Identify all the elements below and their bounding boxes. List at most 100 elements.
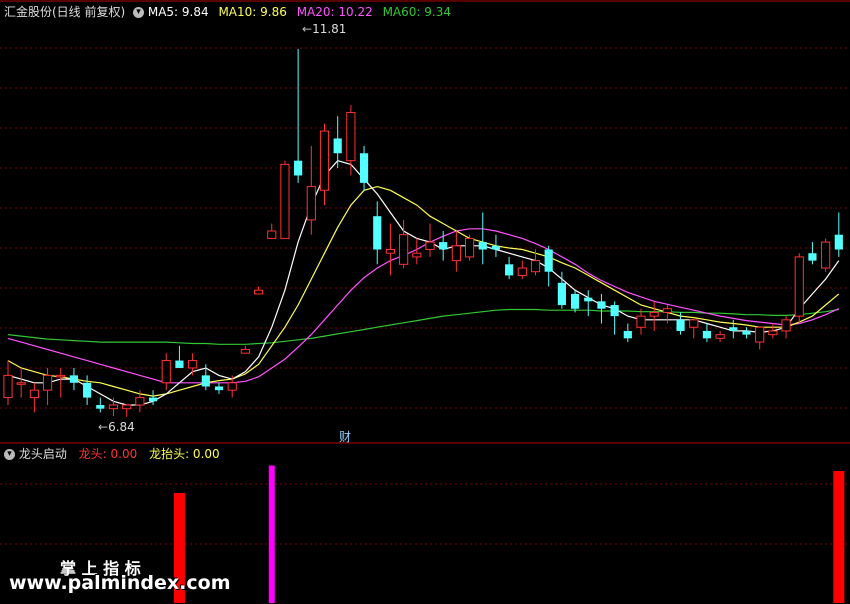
candle <box>69 367 79 391</box>
longtou-bar <box>833 471 845 603</box>
candle-body <box>412 252 422 258</box>
kline-chart[interactable] <box>0 0 850 604</box>
candle-body <box>29 389 39 399</box>
candle-body <box>346 112 356 162</box>
candle-body <box>505 264 514 276</box>
candle-body <box>148 397 158 402</box>
low-price-label: ←6.84 <box>98 420 135 434</box>
candle-body <box>821 241 831 269</box>
indicator-bars <box>173 465 845 603</box>
candle-body <box>742 330 751 335</box>
candle-body <box>636 315 646 328</box>
price-grid <box>0 0 850 545</box>
candle-body <box>69 375 79 383</box>
candle <box>122 404 132 417</box>
candle <box>201 364 210 391</box>
candle-body <box>333 138 342 154</box>
candle <box>56 367 66 398</box>
candle <box>464 234 475 261</box>
candle-body <box>570 293 580 309</box>
candle-body <box>729 327 738 331</box>
candle-body <box>96 404 105 409</box>
candle-body <box>214 386 224 391</box>
candle <box>267 223 277 239</box>
candle-body <box>373 216 382 250</box>
candle <box>491 234 501 257</box>
candle-body <box>56 374 66 378</box>
candle-body <box>676 319 685 331</box>
indicator-name[interactable]: 龙头启动 <box>19 447 67 461</box>
candle-body <box>610 305 619 317</box>
high-price-label: ←11.81 <box>302 22 347 36</box>
candle <box>319 123 330 206</box>
candle <box>478 212 487 265</box>
candle <box>148 390 158 405</box>
candle <box>808 242 817 265</box>
ma60-value: MA60: 9.34 <box>382 5 451 19</box>
candle-body <box>623 330 632 339</box>
candle-body <box>649 311 659 317</box>
candle-body <box>319 130 330 191</box>
candle <box>451 231 461 272</box>
candle-body <box>439 242 448 250</box>
candle-body <box>175 360 184 368</box>
candle-body <box>359 153 369 183</box>
candle <box>610 301 619 335</box>
candle-body <box>794 256 804 317</box>
candle <box>3 360 13 405</box>
candle <box>821 238 831 272</box>
candle-body <box>385 249 396 254</box>
candle-body <box>715 334 725 339</box>
candle <box>333 116 342 169</box>
candle <box>584 290 593 317</box>
chevron-down-icon[interactable]: ▾ <box>133 7 145 18</box>
candle-body <box>557 282 566 306</box>
longtou-value: 龙头: 0.00 <box>78 447 138 461</box>
chart-header: 汇金股份(日线 前复权) ▾ MA5: 9.84 MA10: 9.86 MA20… <box>4 5 451 19</box>
candle-body <box>517 267 527 276</box>
candle-body <box>306 186 316 221</box>
candle <box>214 382 224 394</box>
watermark-url: www.palmindex.com <box>9 572 231 594</box>
candle <box>175 345 184 368</box>
candle-body <box>808 253 817 261</box>
candle-body <box>544 249 553 272</box>
candle-body <box>161 360 171 384</box>
candle <box>544 245 553 287</box>
candle <box>623 323 632 343</box>
candle-body <box>3 374 13 399</box>
moving-average-lines <box>7 160 840 406</box>
candle-body <box>253 289 264 295</box>
ma10-line <box>7 185 840 397</box>
chevron-down-icon[interactable]: ▾ <box>4 449 15 460</box>
candle-body <box>108 404 119 410</box>
candle <box>240 345 250 354</box>
candle-body <box>530 260 541 273</box>
candle-body <box>294 160 303 176</box>
candle <box>96 397 105 413</box>
candle-body <box>188 360 198 369</box>
candle-body <box>755 326 765 343</box>
candle <box>294 48 303 183</box>
finance-marker[interactable]: 财 <box>339 430 351 444</box>
candle <box>636 308 646 335</box>
candle <box>517 260 527 280</box>
candle <box>702 323 712 343</box>
candle-body <box>597 301 606 309</box>
candle-body <box>834 234 843 250</box>
candle-body <box>240 348 250 354</box>
candle <box>649 301 659 331</box>
ma5-value: MA5: 9.84 <box>147 5 209 19</box>
candle-body <box>83 382 92 398</box>
candle-body <box>135 397 145 406</box>
indicator-header: ▾ 龙头启动 龙头: 0.00 龙抬头: 0.00 <box>4 447 220 461</box>
stock-name[interactable]: 汇金股份(日线 前复权) <box>4 5 125 19</box>
candle <box>715 330 725 343</box>
candle <box>161 353 171 391</box>
candle-body <box>201 375 210 387</box>
candle <box>768 323 778 339</box>
candle <box>16 367 26 398</box>
candle <box>42 367 53 405</box>
candle <box>597 293 606 324</box>
candle <box>834 212 843 257</box>
